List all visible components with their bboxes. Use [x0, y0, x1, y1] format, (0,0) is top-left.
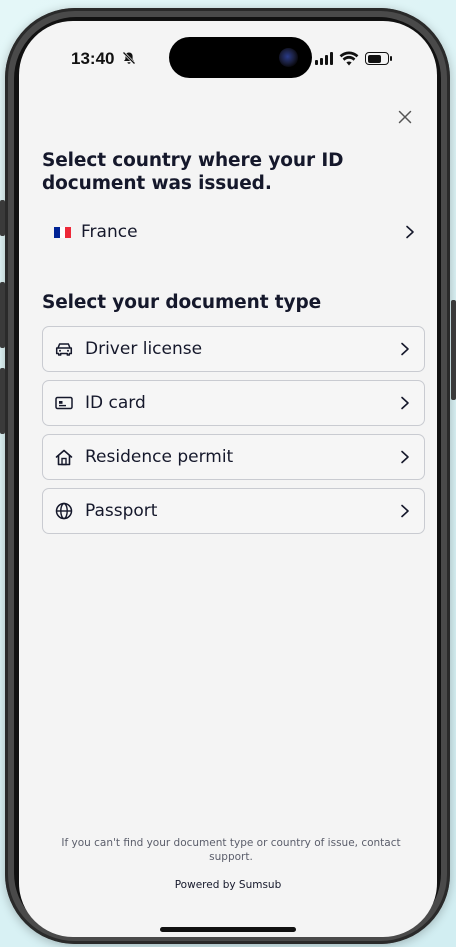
- document-option-label: ID card: [85, 393, 146, 413]
- action-button: [0, 200, 5, 236]
- globe-icon: [55, 502, 73, 520]
- chevron-right-icon: [401, 342, 409, 356]
- document-option-id-card[interactable]: ID card: [42, 380, 425, 426]
- document-option-label: Residence permit: [85, 447, 234, 467]
- chevron-right-icon: [401, 504, 409, 518]
- document-option-driver-license[interactable]: Driver license: [42, 326, 425, 372]
- close-icon[interactable]: [395, 109, 415, 129]
- car-icon: [55, 340, 73, 358]
- document-option-residence-permit[interactable]: Residence permit: [42, 434, 425, 480]
- country-selector[interactable]: France: [42, 219, 419, 245]
- chevron-right-icon: [406, 225, 414, 239]
- home-icon: [55, 448, 73, 466]
- france-flag-icon: [54, 226, 72, 238]
- document-type-heading: Select your document type: [42, 292, 322, 313]
- document-type-list: Driver license ID card Residence permit …: [42, 326, 425, 534]
- volume-down-button: [0, 368, 5, 434]
- phone-screen: 13:40 Select country where your ID docum…: [19, 21, 437, 937]
- document-option-label: Passport: [85, 501, 158, 521]
- id-card-icon: [55, 394, 73, 412]
- volume-up-button: [0, 282, 5, 348]
- home-indicator[interactable]: [160, 927, 296, 932]
- signal-icon: [315, 52, 333, 65]
- document-option-passport[interactable]: Passport: [42, 488, 425, 534]
- chevron-right-icon: [401, 450, 409, 464]
- camera-icon: [279, 48, 298, 67]
- dynamic-island: [169, 37, 312, 78]
- status-time: 13:40: [71, 49, 115, 68]
- chevron-right-icon: [401, 396, 409, 410]
- status-icons: [315, 51, 392, 66]
- document-option-label: Driver license: [85, 339, 203, 359]
- support-note: If you can't find your document type or …: [61, 837, 401, 863]
- battery-icon: [365, 52, 392, 65]
- power-button: [451, 300, 456, 400]
- wifi-icon: [339, 51, 359, 66]
- bell-slash-icon: [122, 51, 136, 68]
- country-name: France: [81, 222, 138, 242]
- powered-by: Powered by Sumsub: [174, 879, 282, 891]
- country-heading: Select country where your ID document wa…: [42, 150, 344, 195]
